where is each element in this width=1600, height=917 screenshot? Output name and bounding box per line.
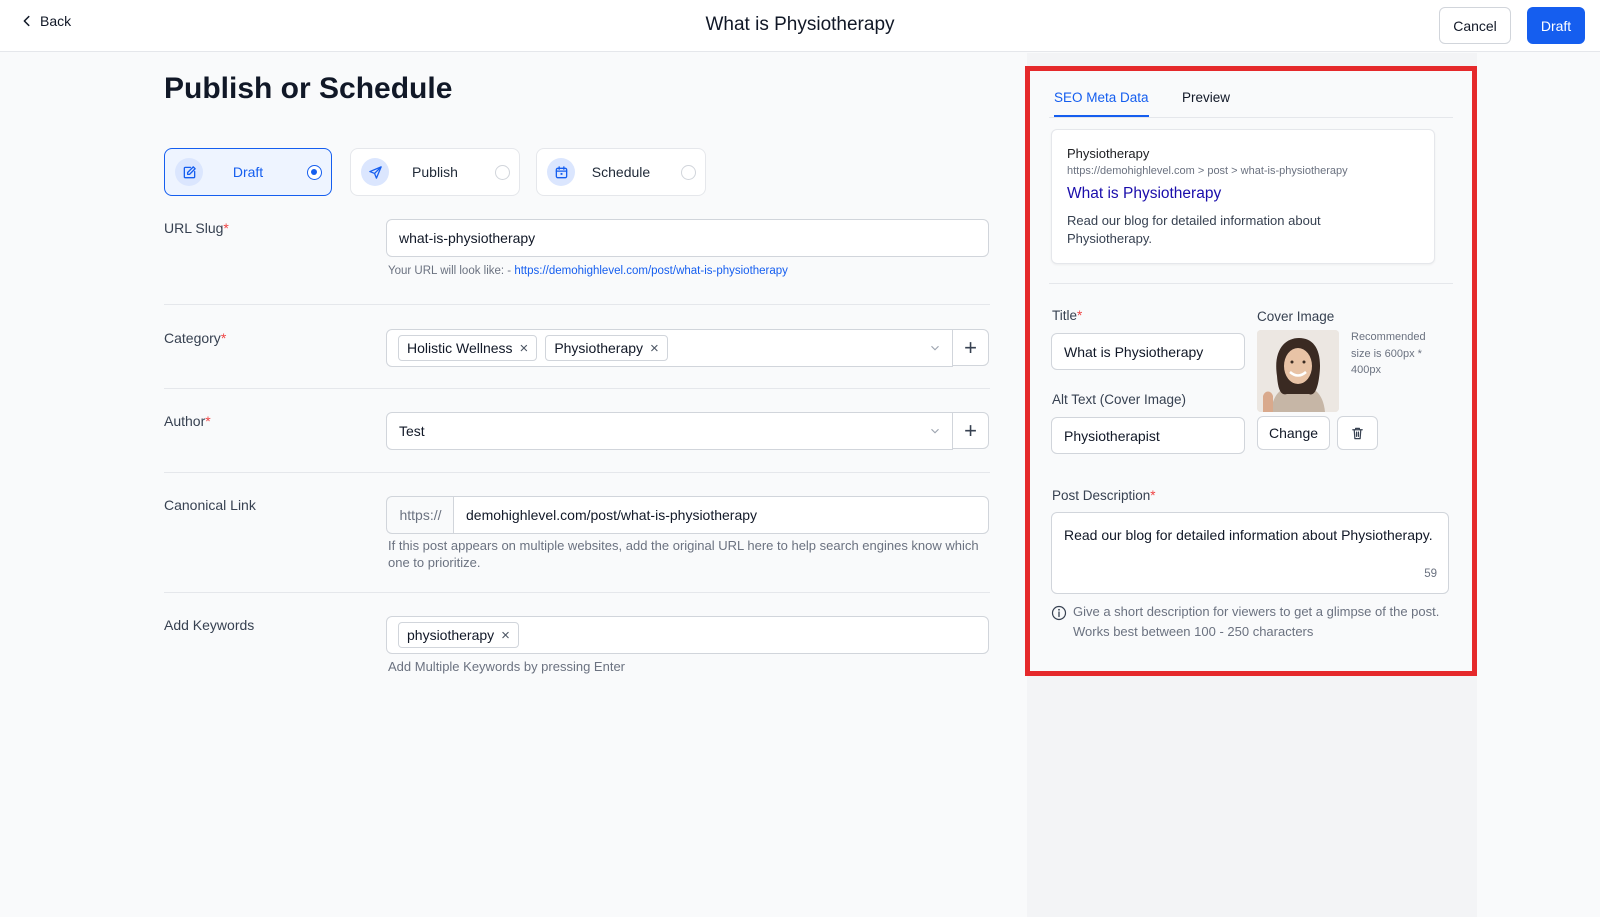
divider xyxy=(164,388,990,389)
change-cover-button[interactable]: Change xyxy=(1257,416,1330,450)
chip-remove-icon[interactable]: × xyxy=(501,628,510,643)
chevron-down-icon xyxy=(931,428,939,434)
draft-button[interactable]: Draft xyxy=(1527,7,1585,44)
preview-title: What is Physiotherapy xyxy=(1067,185,1222,202)
status-option-label: Schedule xyxy=(591,164,651,180)
status-radio[interactable] xyxy=(307,165,322,180)
tab-seo-meta-data[interactable]: SEO Meta Data xyxy=(1054,90,1149,117)
author-select[interactable]: Test xyxy=(386,412,953,450)
canonical-prefix: https:// xyxy=(386,496,454,534)
author-value: Test xyxy=(399,423,425,439)
top-bar: Back What is Physiotherapy Cancel Draft xyxy=(0,0,1600,52)
status-radio[interactable] xyxy=(681,165,696,180)
canonical-link-input[interactable]: demohighlevel.com/post/what-is-physiothe… xyxy=(453,496,989,534)
status-option-draft[interactable]: Draft xyxy=(164,148,332,196)
add-author-button[interactable]: + xyxy=(952,412,989,449)
chip-remove-icon[interactable]: × xyxy=(520,341,529,356)
author-label: Author* xyxy=(164,413,211,429)
seo-panel: SEO Meta Data Preview Physiotherapy http… xyxy=(1025,66,1477,676)
status-option-publish[interactable]: Publish xyxy=(350,148,520,196)
url-slug-label: URL Slug* xyxy=(164,220,229,236)
category-chip: Holistic Wellness × xyxy=(398,335,538,361)
category-chip: Physiotherapy × xyxy=(545,335,668,361)
divider xyxy=(164,304,990,305)
chevron-left-icon xyxy=(23,15,30,27)
delete-cover-button[interactable] xyxy=(1337,416,1378,450)
divider xyxy=(1049,283,1453,284)
alt-text-label: Alt Text (Cover Image) xyxy=(1052,392,1187,407)
category-label: Category* xyxy=(164,330,227,346)
cover-image-thumbnail xyxy=(1257,330,1339,412)
chevron-down-icon xyxy=(931,345,939,351)
preview-url: https://demohighlevel.com > post > what-… xyxy=(1067,165,1348,177)
section-title: Publish or Schedule xyxy=(164,72,453,105)
keywords-input[interactable]: physiotherapy × xyxy=(386,616,989,654)
url-preview-link[interactable]: https://demohighlevel.com/post/what-is-p… xyxy=(514,265,788,277)
page-title: What is Physiotherapy xyxy=(705,14,895,35)
back-label: Back xyxy=(40,13,72,29)
description-hint: Give a short description for viewers to … xyxy=(1051,602,1441,641)
url-preview-helper: Your URL will look like: - https://demoh… xyxy=(388,265,788,277)
preview-description: Read our blog for detailed information a… xyxy=(1067,213,1321,246)
alt-text-input[interactable]: Physiotherapist xyxy=(1051,417,1245,454)
keywords-label: Add Keywords xyxy=(164,617,255,633)
tab-divider xyxy=(1049,117,1453,118)
trash-icon xyxy=(1352,427,1363,439)
post-description-label: Post Description* xyxy=(1052,488,1156,503)
cover-image-label: Cover Image xyxy=(1257,309,1335,324)
url-slug-input[interactable]: what-is-physiotherapy xyxy=(386,219,989,257)
cancel-button[interactable]: Cancel xyxy=(1439,7,1511,44)
preview-site-name: Physiotherapy xyxy=(1067,146,1150,161)
search-preview-card: Physiotherapy https://demohighlevel.com … xyxy=(1051,129,1435,264)
status-option-label: Publish xyxy=(412,164,458,180)
category-select[interactable]: Holistic Wellness × Physiotherapy × xyxy=(386,329,953,367)
back-button[interactable]: Back xyxy=(20,13,71,29)
tab-preview[interactable]: Preview xyxy=(1182,90,1230,105)
character-counter: 59 xyxy=(1424,568,1437,580)
add-category-button[interactable]: + xyxy=(952,329,989,366)
divider xyxy=(164,472,990,473)
canonical-link-label: Canonical Link xyxy=(164,497,256,513)
divider xyxy=(164,592,990,593)
status-option-schedule[interactable]: Schedule xyxy=(536,148,706,196)
status-radio[interactable] xyxy=(495,165,510,180)
seo-title-input[interactable]: What is Physiotherapy xyxy=(1051,333,1245,370)
keyword-chip: physiotherapy × xyxy=(398,622,519,648)
post-description-textarea[interactable]: Read our blog for detailed information a… xyxy=(1051,512,1449,594)
canonical-helper: If this post appears on multiple website… xyxy=(388,538,979,570)
keywords-helper: Add Multiple Keywords by pressing Enter xyxy=(388,659,626,674)
cover-image-recommendation: Recommended size is 600px * 400px xyxy=(1351,331,1426,376)
post-description-text: Read our blog for detailed information a… xyxy=(1064,527,1433,543)
info-icon xyxy=(1051,605,1067,621)
description-hint-text: Give a short description for viewers to … xyxy=(1073,604,1440,639)
chip-remove-icon[interactable]: × xyxy=(650,341,659,356)
seo-title-label: Title* xyxy=(1052,308,1083,323)
